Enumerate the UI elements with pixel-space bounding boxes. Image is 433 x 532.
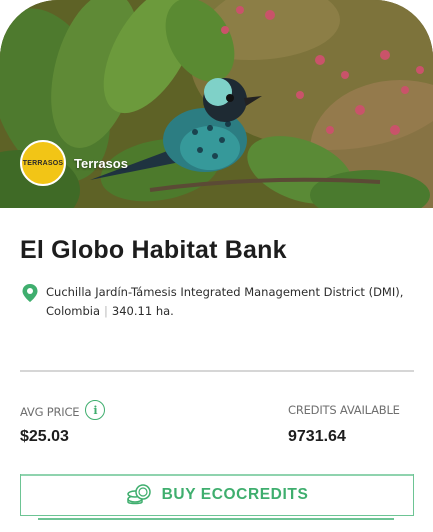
credits-available-label: CREDITS AVAILABLE [288, 403, 400, 417]
avg-price-value: $25.03 [20, 428, 69, 445]
terrasos-logo: TERRASOS [20, 140, 66, 186]
location-area: 340.11 ha. [111, 304, 174, 318]
location-row: Cuchilla Jardín-Támesis Integrated Manag… [22, 283, 422, 321]
hero-image: TERRASOS Terrasos [0, 0, 433, 208]
habitat-bank-title: El Globo Habitat Bank [20, 236, 287, 264]
bottom-accent-bar [38, 518, 394, 520]
habitat-bank-card: TERRASOS Terrasos El Globo Habitat Bank … [0, 0, 433, 532]
coins-icon [126, 483, 151, 504]
developer-badge: TERRASOS Terrasos [20, 140, 128, 186]
credits-available-value: 9731.64 [288, 428, 346, 445]
location-separator: | [104, 304, 108, 318]
buy-ecocredits-button[interactable]: BUY ECOCREDITS [20, 474, 414, 516]
location-text: Cuchilla Jardín-Támesis Integrated Manag… [46, 283, 422, 321]
buy-ecocredits-label: BUY ECOCREDITS [161, 485, 309, 503]
avg-price-label-row: AVG PRICE i [20, 400, 106, 420]
avg-price-label: AVG PRICE [20, 404, 80, 419]
button-top-border [21, 474, 413, 476]
location-pin-icon [22, 284, 38, 302]
divider [20, 370, 414, 372]
info-icon[interactable]: i [85, 400, 106, 420]
developer-name: Terrasos [74, 155, 128, 171]
